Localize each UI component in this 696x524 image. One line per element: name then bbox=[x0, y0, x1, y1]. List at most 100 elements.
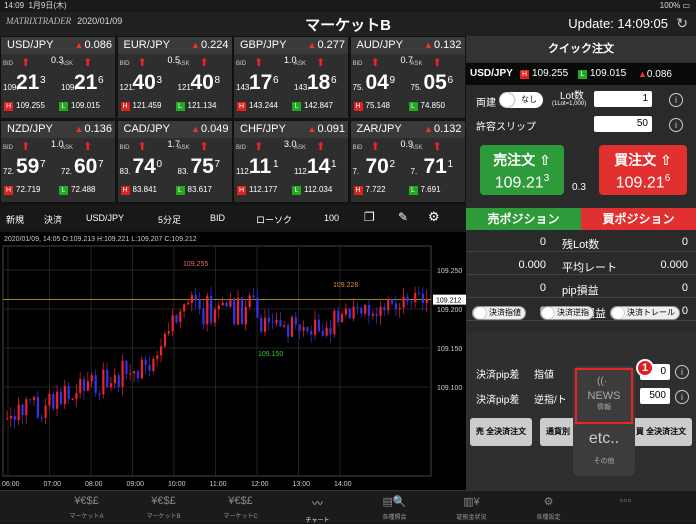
candle-body bbox=[210, 295, 213, 323]
side-selector[interactable]: BID bbox=[210, 213, 225, 223]
ask-prefix: 72. bbox=[61, 167, 73, 176]
slip-input[interactable]: 50 bbox=[594, 116, 652, 132]
rate-tile-usdjpy[interactable]: USD/JPY ▲0.086 BID ⬆ 0.3 ASK ⬆ 109. 21 3 10… bbox=[0, 36, 116, 119]
lot-label: Lot数 bbox=[560, 91, 584, 102]
tab-各種設定[interactable]: ⚙ 各種設定 bbox=[510, 491, 587, 524]
candle-body bbox=[13, 415, 16, 420]
lot-input[interactable]: 1 bbox=[594, 91, 652, 107]
ask-big: 05 bbox=[423, 71, 447, 94]
ask-sup: 1 bbox=[331, 159, 337, 170]
stop-label: 逆指/ト bbox=[534, 395, 567, 406]
candle-body bbox=[302, 327, 305, 331]
new-order-button[interactable]: 新規 bbox=[6, 213, 24, 226]
candle-body bbox=[186, 302, 190, 305]
tab-チャート[interactable]: 〰チャート bbox=[279, 491, 356, 524]
settle-stop-radio[interactable]: 決済逆指 bbox=[540, 306, 594, 320]
x-tick-label: 09:00 bbox=[127, 481, 145, 488]
settle-limit-radio[interactable]: 決済指値 bbox=[472, 306, 526, 320]
up-arrow-icon: ⇧ bbox=[539, 152, 551, 168]
sell-settle-all-button[interactable]: 売 全決済注文 bbox=[470, 418, 532, 446]
candle-body bbox=[414, 292, 417, 302]
low-value: L 109.015 bbox=[59, 101, 100, 111]
candle-body bbox=[9, 415, 13, 419]
buy-settle-all-button[interactable]: 買 全決済注文 bbox=[630, 418, 692, 446]
up-triangle-icon: ▲ bbox=[638, 69, 647, 79]
chart-type-selector[interactable]: ローソク bbox=[256, 213, 292, 226]
high-value: H 143.244 bbox=[237, 101, 278, 111]
tab-マーケットC[interactable]: ¥€$£ マーケットC bbox=[202, 491, 279, 524]
rate-tile-nzdjpy[interactable]: NZD/JPY ▲0.136 BID ⬆ 1.0 ASK ⬆ 72. 59 7 72.… bbox=[0, 120, 116, 203]
bid-big: 59 bbox=[16, 155, 40, 178]
candle-chart[interactable]: 109.250 109.200 109.150 109.100 06:00 07:00 08… bbox=[0, 232, 466, 490]
chart-ohlc-info: 2020/01/09, 14:05 O:109.213 H:109.221 L:… bbox=[4, 236, 197, 243]
stop-pip-input[interactable]: 500 bbox=[640, 388, 670, 404]
currency-settle-button[interactable]: 通貨別 bbox=[540, 418, 576, 446]
tab-証拠金状況[interactable]: ▥¥ 証拠金状況 bbox=[433, 491, 510, 524]
candle-body bbox=[279, 320, 282, 327]
info-icon[interactable]: i bbox=[675, 390, 689, 404]
ryoudate-toggle[interactable]: なし bbox=[499, 92, 543, 108]
info-icon[interactable]: i bbox=[669, 118, 683, 132]
x-tick-label: 12:00 bbox=[251, 481, 269, 488]
change-value: ▲0.132 bbox=[424, 123, 462, 135]
candle-body bbox=[348, 308, 351, 319]
candle-body bbox=[352, 306, 355, 319]
tab-マーケットA[interactable]: ¥€$£ マーケットA bbox=[48, 491, 125, 524]
low-badge: L bbox=[578, 70, 587, 79]
settle-trail-radio[interactable]: 決済トレール bbox=[610, 306, 680, 320]
rate-tile-cadjpy[interactable]: CAD/JPY ▲0.049 BID ⬆ 1.7 ASK ⬆ 83. 74 0 83.… bbox=[116, 120, 233, 203]
refresh-icon[interactable]: ↻ bbox=[676, 15, 688, 32]
ask-label: ASK bbox=[61, 145, 74, 151]
gear-icon[interactable]: ⚙ bbox=[428, 209, 440, 225]
rate-tile-eurjpy[interactable]: EUR/JPY ▲0.224 BID ⬆ 0.5 ASK ⬆ 121. 40 3 12… bbox=[116, 36, 233, 119]
bid-sup: 0 bbox=[156, 159, 163, 170]
rate-tile-chfjpy[interactable]: CHF/JPY ▲0.091 BID ⬆ 3.0 ASK ⬆ 112. 11 1 11… bbox=[233, 120, 349, 203]
ask-big: 75 bbox=[190, 155, 214, 178]
etc-menu-item[interactable]: etc.. その他 bbox=[573, 430, 635, 466]
info-icon[interactable]: i bbox=[675, 365, 689, 379]
info-icon[interactable]: i bbox=[669, 93, 683, 107]
candle-body bbox=[52, 393, 55, 409]
bid-big: 04 bbox=[365, 71, 389, 94]
rate-tile-audjpy[interactable]: AUD/JPY ▲0.132 BID ⬆ 0.7 ASK ⬆ 75. 04 9 75.… bbox=[349, 36, 466, 119]
period-selector[interactable]: 5分足 bbox=[158, 213, 181, 226]
buy-value: 0 bbox=[681, 236, 688, 248]
news-menu-item[interactable]: ((· NEWS 情報 bbox=[575, 368, 633, 424]
rate-tile-zarjpy[interactable]: ZAR/JPY ▲0.132 BID ⬆ 0.9 ASK ⬆ 7. 70 2 7. 7… bbox=[349, 120, 466, 203]
up-triangle-icon: ▲ bbox=[307, 40, 317, 50]
tab-buy-position[interactable]: 買ポジション bbox=[581, 208, 696, 230]
bid-sup: 2 bbox=[389, 159, 396, 170]
candle-body bbox=[6, 418, 9, 420]
chart-svg: 109.250 109.200 109.150 109.100 06:00 07:00 08… bbox=[2, 245, 466, 488]
tab-マーケットB[interactable]: ¥€$£ マーケットB bbox=[125, 491, 202, 524]
tab-各種照会[interactable]: ▤🔍 各種照会 bbox=[356, 491, 433, 524]
bid-sup: 9 bbox=[389, 75, 396, 86]
candle-body bbox=[86, 381, 90, 391]
layers-icon[interactable]: ❐ bbox=[364, 210, 375, 224]
candle-body bbox=[263, 317, 267, 332]
step-badge: 1 bbox=[636, 359, 654, 377]
up-arrow-icon: ⬆ bbox=[370, 141, 380, 153]
ask-label: ASK bbox=[177, 61, 190, 67]
buy-order-button[interactable]: 買注文 ⇧ 109.216 bbox=[599, 145, 687, 195]
rate-tile-gbpjpy[interactable]: GBP/JPY ▲0.277 BID ⬆ 1.0 ASK ⬆ 143. 17 6 14… bbox=[233, 36, 349, 119]
tab-more[interactable]: ◦◦◦ bbox=[587, 491, 664, 524]
settle-button[interactable]: 決済 bbox=[44, 213, 62, 226]
ask-big: 21 bbox=[74, 71, 98, 94]
candle-body bbox=[344, 308, 347, 315]
change-value: ▲0.224 bbox=[191, 39, 229, 51]
tab-sell-position[interactable]: 売ポジション bbox=[466, 208, 581, 230]
pen-icon[interactable]: ✎ bbox=[398, 210, 408, 224]
pair-selector[interactable]: USD/JPY bbox=[86, 213, 124, 223]
x-tick-label: 10:00 bbox=[168, 481, 186, 488]
candle-body bbox=[333, 310, 336, 335]
change-value: ▲0.091 bbox=[307, 123, 345, 135]
sell-order-button[interactable]: 売注文 ⇧ 109.213 bbox=[480, 145, 564, 195]
count-selector[interactable]: 100 bbox=[324, 213, 339, 223]
bid-label: BID bbox=[3, 145, 14, 151]
candle-body bbox=[75, 393, 78, 399]
pair-name: ZAR/JPY bbox=[356, 123, 402, 135]
candle-body bbox=[271, 322, 274, 324]
buy-value: 0 bbox=[681, 282, 688, 294]
bid-sup: 3 bbox=[40, 75, 46, 86]
